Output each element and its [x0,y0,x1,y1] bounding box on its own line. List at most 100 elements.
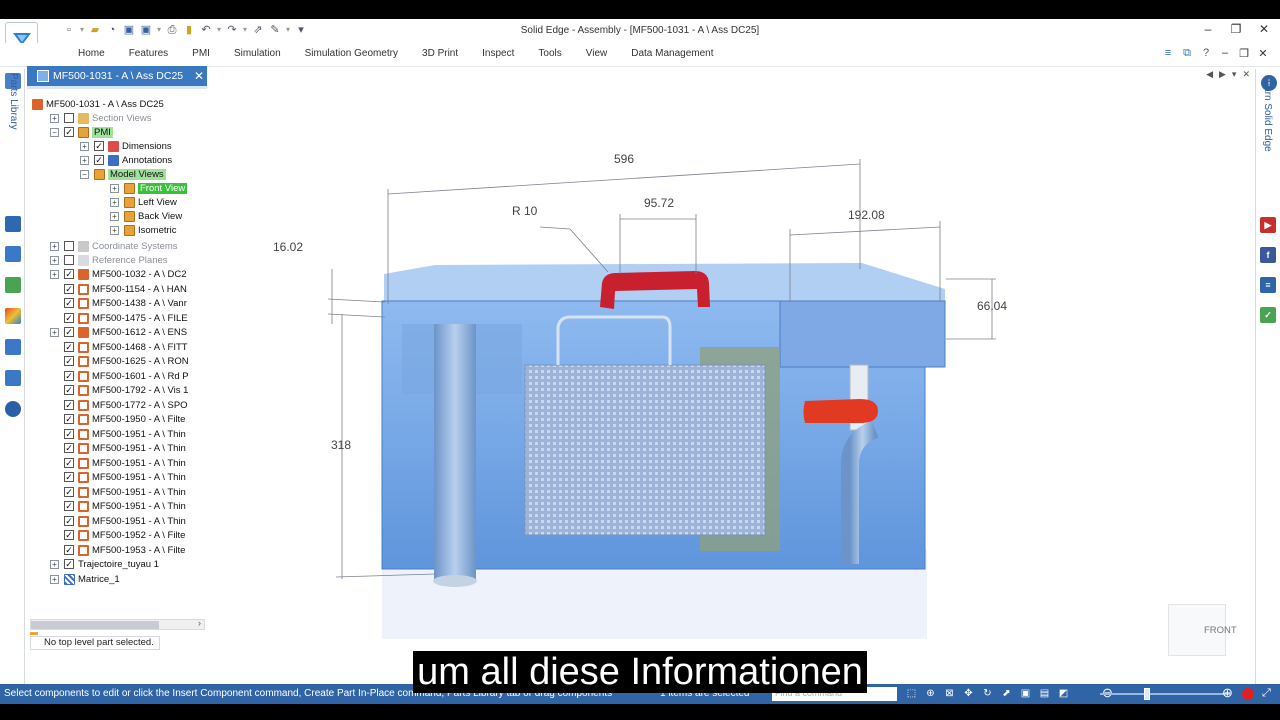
tab-tools[interactable]: Tools [526,48,573,59]
expand-icon[interactable]: + [50,574,59,584]
tree-item[interactable]: ✓ MF500-1951 - A \ Thin [64,499,186,513]
facebook-icon[interactable]: f [1260,247,1276,263]
tree-item[interactable]: + Coordinate Systems [50,239,178,253]
tree-item[interactable]: + Left View [110,195,177,209]
tree-item[interactable]: + ✓ MF500-1612 - A \ ENS [50,325,187,339]
tab-view[interactable]: View [574,48,620,59]
doc-close-icon[interactable]: ✕ [1258,47,1268,60]
chart-icon[interactable]: ✓ [1260,307,1276,323]
expand-icon[interactable]: + [50,327,59,337]
tree-item[interactable]: ✓ MF500-1950 - A \ Filte [64,412,185,426]
question-icon[interactable] [5,339,21,355]
checkbox[interactable]: ✓ [64,501,74,511]
checkbox[interactable]: ✓ [64,400,74,410]
tab-features[interactable]: Features [117,48,180,59]
youtube-icon[interactable]: ▶ [1260,217,1276,233]
tab-home[interactable]: Home [66,48,117,59]
ribbon-options-icon[interactable]: ⧉ [1182,47,1192,60]
tree-item[interactable]: + ✓ Dimensions [80,139,172,153]
tree-item[interactable]: + Section Views [50,111,152,125]
minimize-icon[interactable]: – [1202,22,1214,36]
tree-item[interactable]: − ✓ PMI [50,125,113,139]
tab-simulation-geometry[interactable]: Simulation Geometry [293,48,410,59]
checkbox[interactable] [64,255,74,265]
expand-icon[interactable]: + [80,141,89,151]
tree-item[interactable]: ✓ MF500-1951 - A \ Thin [64,485,186,499]
expand-icon[interactable]: + [50,255,59,265]
tab-simulation[interactable]: Simulation [222,48,293,59]
checkbox[interactable] [64,113,74,123]
tree-root[interactable]: MF500-1031 - A \ Ass DC25 [32,97,164,111]
checkbox[interactable]: ✓ [64,269,74,279]
checkbox[interactable]: ✓ [64,284,74,294]
ribbon-layout-icon[interactable]: ≡ [1163,47,1173,60]
tree-item[interactable]: ✓ MF500-1468 - A \ FITT [64,340,188,354]
render-icon[interactable] [5,277,21,293]
expand-icon[interactable]: + [80,155,89,165]
tree-item[interactable]: ✓ MF500-1951 - A \ Thin [64,514,186,528]
tree-item[interactable]: ✓ MF500-1951 - A \ Thin [64,456,186,470]
tab-inspect[interactable]: Inspect [470,48,526,59]
tree-item[interactable]: ✓ MF500-1625 - A \ RON [64,354,189,368]
collapse-icon[interactable]: − [80,169,89,179]
checkbox[interactable]: ✓ [64,530,74,540]
checkbox[interactable]: ✓ [64,545,74,555]
tree-item[interactable]: ✓ MF500-1792 - A \ Vis 1 [64,383,188,397]
camera-icon[interactable] [5,246,21,262]
checkbox[interactable]: ✓ [64,127,74,137]
checkbox[interactable]: ✓ [64,342,74,352]
scrollbar-thumb[interactable] [31,621,159,629]
checkbox[interactable]: ✓ [64,298,74,308]
restore-icon[interactable]: ❐ [1230,22,1242,36]
tree-item[interactable]: + ✓ MF500-1032 - A \ DC2 [50,267,187,281]
assembly-model-view[interactable]: 596 R 10 95.72 192.08 16.02 66.04 318 [210,69,1255,684]
color-icon[interactable] [5,308,21,324]
checkbox[interactable]: ✓ [64,443,74,453]
help-icon[interactable]: ? [1201,47,1211,60]
doc-restore-icon[interactable]: ❐ [1239,47,1249,60]
checkbox[interactable]: ✓ [64,559,74,569]
tree-item[interactable]: + Isometric [110,223,177,237]
checkbox[interactable]: ✓ [64,516,74,526]
document-tab[interactable]: MF500-1031 - A \ Ass DC25 ✕ [27,66,207,86]
close-icon[interactable]: ✕ [194,69,204,83]
scroll-right-icon[interactable]: › [198,618,201,628]
learn-solid-edge-tab[interactable]: Learn Solid Edge [1262,75,1273,152]
doc-icon[interactable]: ≡ [1260,277,1276,293]
view-cube[interactable]: FRONT [1168,604,1237,656]
tree-item[interactable]: ✓ MF500-1952 - A \ Filte [64,528,185,542]
tree-item[interactable]: ✓ MF500-1154 - A \ HAN [64,282,187,296]
tree-item[interactable]: ✓ MF500-1951 - A \ Thin [64,470,186,484]
expand-icon[interactable]: + [110,183,119,193]
expand-icon[interactable]: + [50,559,59,569]
expand-icon[interactable]: + [110,211,119,221]
checkbox[interactable]: ✓ [64,371,74,381]
tab-pmi[interactable]: PMI [180,48,222,59]
tree-item[interactable]: ✓ MF500-1953 - A \ Filte [64,543,185,557]
tree-item[interactable]: ✓ MF500-1951 - A \ Thin [64,427,186,441]
checkbox[interactable]: ✓ [64,414,74,424]
tree-item[interactable]: ✓ MF500-1438 - A \ Vanr [64,296,187,310]
checkbox[interactable]: ✓ [64,356,74,366]
tree-item[interactable]: + Matrice_1 [50,572,120,586]
checkbox[interactable]: ✓ [64,429,74,439]
doc-minimize-icon[interactable]: – [1220,47,1230,60]
tree-item[interactable]: + ✓ Annotations [80,153,172,167]
expand-icon[interactable]: + [50,269,59,279]
tab-data-management[interactable]: Data Management [619,48,725,59]
collapse-icon[interactable]: − [50,127,59,137]
checkbox[interactable] [64,241,74,251]
tree-item[interactable]: ✓ MF500-1601 - A \ Rd P [64,369,189,383]
layers-icon[interactable] [5,216,21,232]
tree-item[interactable]: + Reference Planes [50,253,168,267]
checkbox[interactable]: ✓ [94,155,104,165]
grid-icon[interactable] [5,370,21,386]
tree-item[interactable]: + ✓ Trajectoire_tuyau 1 [50,557,159,571]
tree-item[interactable]: − Model Views [80,167,166,181]
checkbox[interactable]: ✓ [64,472,74,482]
expand-icon[interactable]: + [50,241,59,251]
expand-icon[interactable]: + [110,225,119,235]
checkbox[interactable]: ✓ [94,141,104,151]
tree-item[interactable]: + Front View [110,181,188,195]
tab-3d-print[interactable]: 3D Print [410,48,470,59]
